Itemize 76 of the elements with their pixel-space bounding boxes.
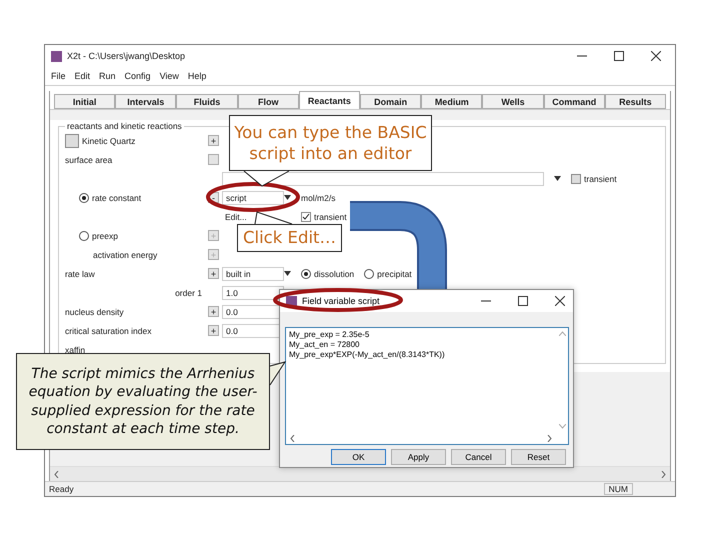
scroll-left-icon[interactable] — [54, 470, 59, 478]
value-field[interactable]: 1.0 — [222, 286, 284, 300]
row-button[interactable]: + — [208, 135, 219, 146]
dropdown-caret-icon[interactable] — [284, 195, 291, 200]
status-text: Ready — [49, 484, 74, 494]
row-label: Kinetic Quartz — [82, 136, 136, 146]
row-label: preexp — [92, 230, 118, 240]
dialog-button[interactable]: Reset — [511, 449, 566, 465]
callout-pointer — [268, 361, 286, 386]
dialog-button[interactable]: Cancel — [451, 449, 506, 465]
dropdown-caret-icon[interactable] — [554, 176, 561, 181]
close-icon[interactable] — [651, 51, 661, 61]
checkbox[interactable] — [571, 174, 581, 184]
dialog-button[interactable]: OK — [331, 449, 386, 465]
script-line: My_act_en = 72800 — [289, 340, 360, 350]
row-button[interactable]: + — [208, 306, 219, 317]
script-line: My_pre_exp*EXP(-My_act_en/(8.3143*TK)) — [289, 350, 446, 360]
menu-item[interactable]: Edit — [74, 71, 90, 81]
checkbox[interactable] — [301, 212, 311, 222]
tab[interactable]: Flow — [238, 94, 299, 109]
row-label: critical saturation index — [65, 326, 152, 336]
callout-pointer — [244, 170, 290, 187]
tab[interactable]: Results — [604, 94, 666, 109]
row-button[interactable]: + — [208, 325, 219, 336]
scroll-right-icon[interactable] — [547, 434, 552, 442]
menu-item[interactable]: Help — [188, 71, 206, 81]
status-indicator: NUM — [604, 483, 633, 495]
tab[interactable]: Initial — [54, 94, 116, 109]
checkbox[interactable] — [65, 134, 79, 148]
value-field[interactable]: built in — [222, 266, 284, 280]
dialog-button[interactable]: Apply — [391, 449, 446, 465]
row-label: nucleus density — [65, 306, 124, 316]
tab[interactable]: Reactants — [298, 91, 360, 109]
tab[interactable]: Fluids — [176, 94, 238, 109]
unit-label: mol/m2/s — [301, 192, 336, 202]
row-label: surface area — [65, 154, 112, 164]
tab[interactable]: Medium — [421, 94, 482, 109]
menu-item[interactable]: View — [160, 71, 179, 81]
radio-button[interactable] — [79, 192, 89, 202]
dropdown-caret-icon[interactable] — [284, 271, 291, 276]
radio-label: dissolution — [314, 268, 354, 278]
menu-item[interactable]: File — [51, 71, 66, 81]
close-icon[interactable] — [555, 296, 565, 306]
checkbox-label: transient — [584, 174, 617, 184]
radio-button[interactable] — [364, 268, 374, 278]
callout-pointer — [254, 211, 293, 225]
value-field[interactable] — [222, 172, 544, 186]
script-line: My_pre_exp = 2.35e-5 — [289, 330, 370, 340]
tab[interactable]: Command — [544, 94, 605, 109]
scroll-left-icon[interactable] — [290, 434, 295, 442]
row-label: xaffin — [65, 344, 86, 354]
row-label: rate law — [65, 268, 95, 278]
window-title: X2t - C:\Users\jwang\Desktop — [67, 51, 186, 61]
maximize-icon[interactable] — [614, 51, 624, 61]
app-icon — [51, 50, 62, 62]
radio-label: precipitat — [377, 268, 412, 278]
menu-item[interactable]: Run — [99, 71, 116, 81]
radio-button[interactable] — [301, 268, 311, 278]
checkbox-label: transient — [314, 212, 347, 222]
callout-text: The script mimics the Arrhenius equation by evaluating the user-supplied expression for the rate constant at each time step. — [16, 353, 270, 450]
value-field[interactable]: script — [222, 190, 284, 204]
tab[interactable]: Wells — [482, 94, 544, 109]
tab[interactable]: Domain — [360, 94, 422, 109]
group-title: reactants and kinetic reactions — [65, 121, 184, 131]
scroll-right-icon[interactable] — [661, 470, 666, 478]
horizontal-scrollbar[interactable] — [50, 466, 670, 481]
script-editor[interactable]: My_pre_exp = 2.35e-5 My_act_en = 72800 My_pre_exp*EXP(-My_act_en/(8.3143*TK)) — [285, 327, 569, 445]
row-label: order 1 — [175, 288, 202, 298]
row-button[interactable]: + — [208, 268, 219, 279]
radio-button[interactable] — [79, 230, 89, 240]
menu-item[interactable]: Config — [124, 71, 151, 81]
row-label: activation energy — [93, 250, 158, 260]
maximize-icon[interactable] — [518, 296, 528, 306]
tab[interactable]: Intervals — [115, 94, 176, 109]
row-label: rate constant — [92, 192, 142, 202]
dialog-title: Field variable script — [302, 296, 381, 306]
